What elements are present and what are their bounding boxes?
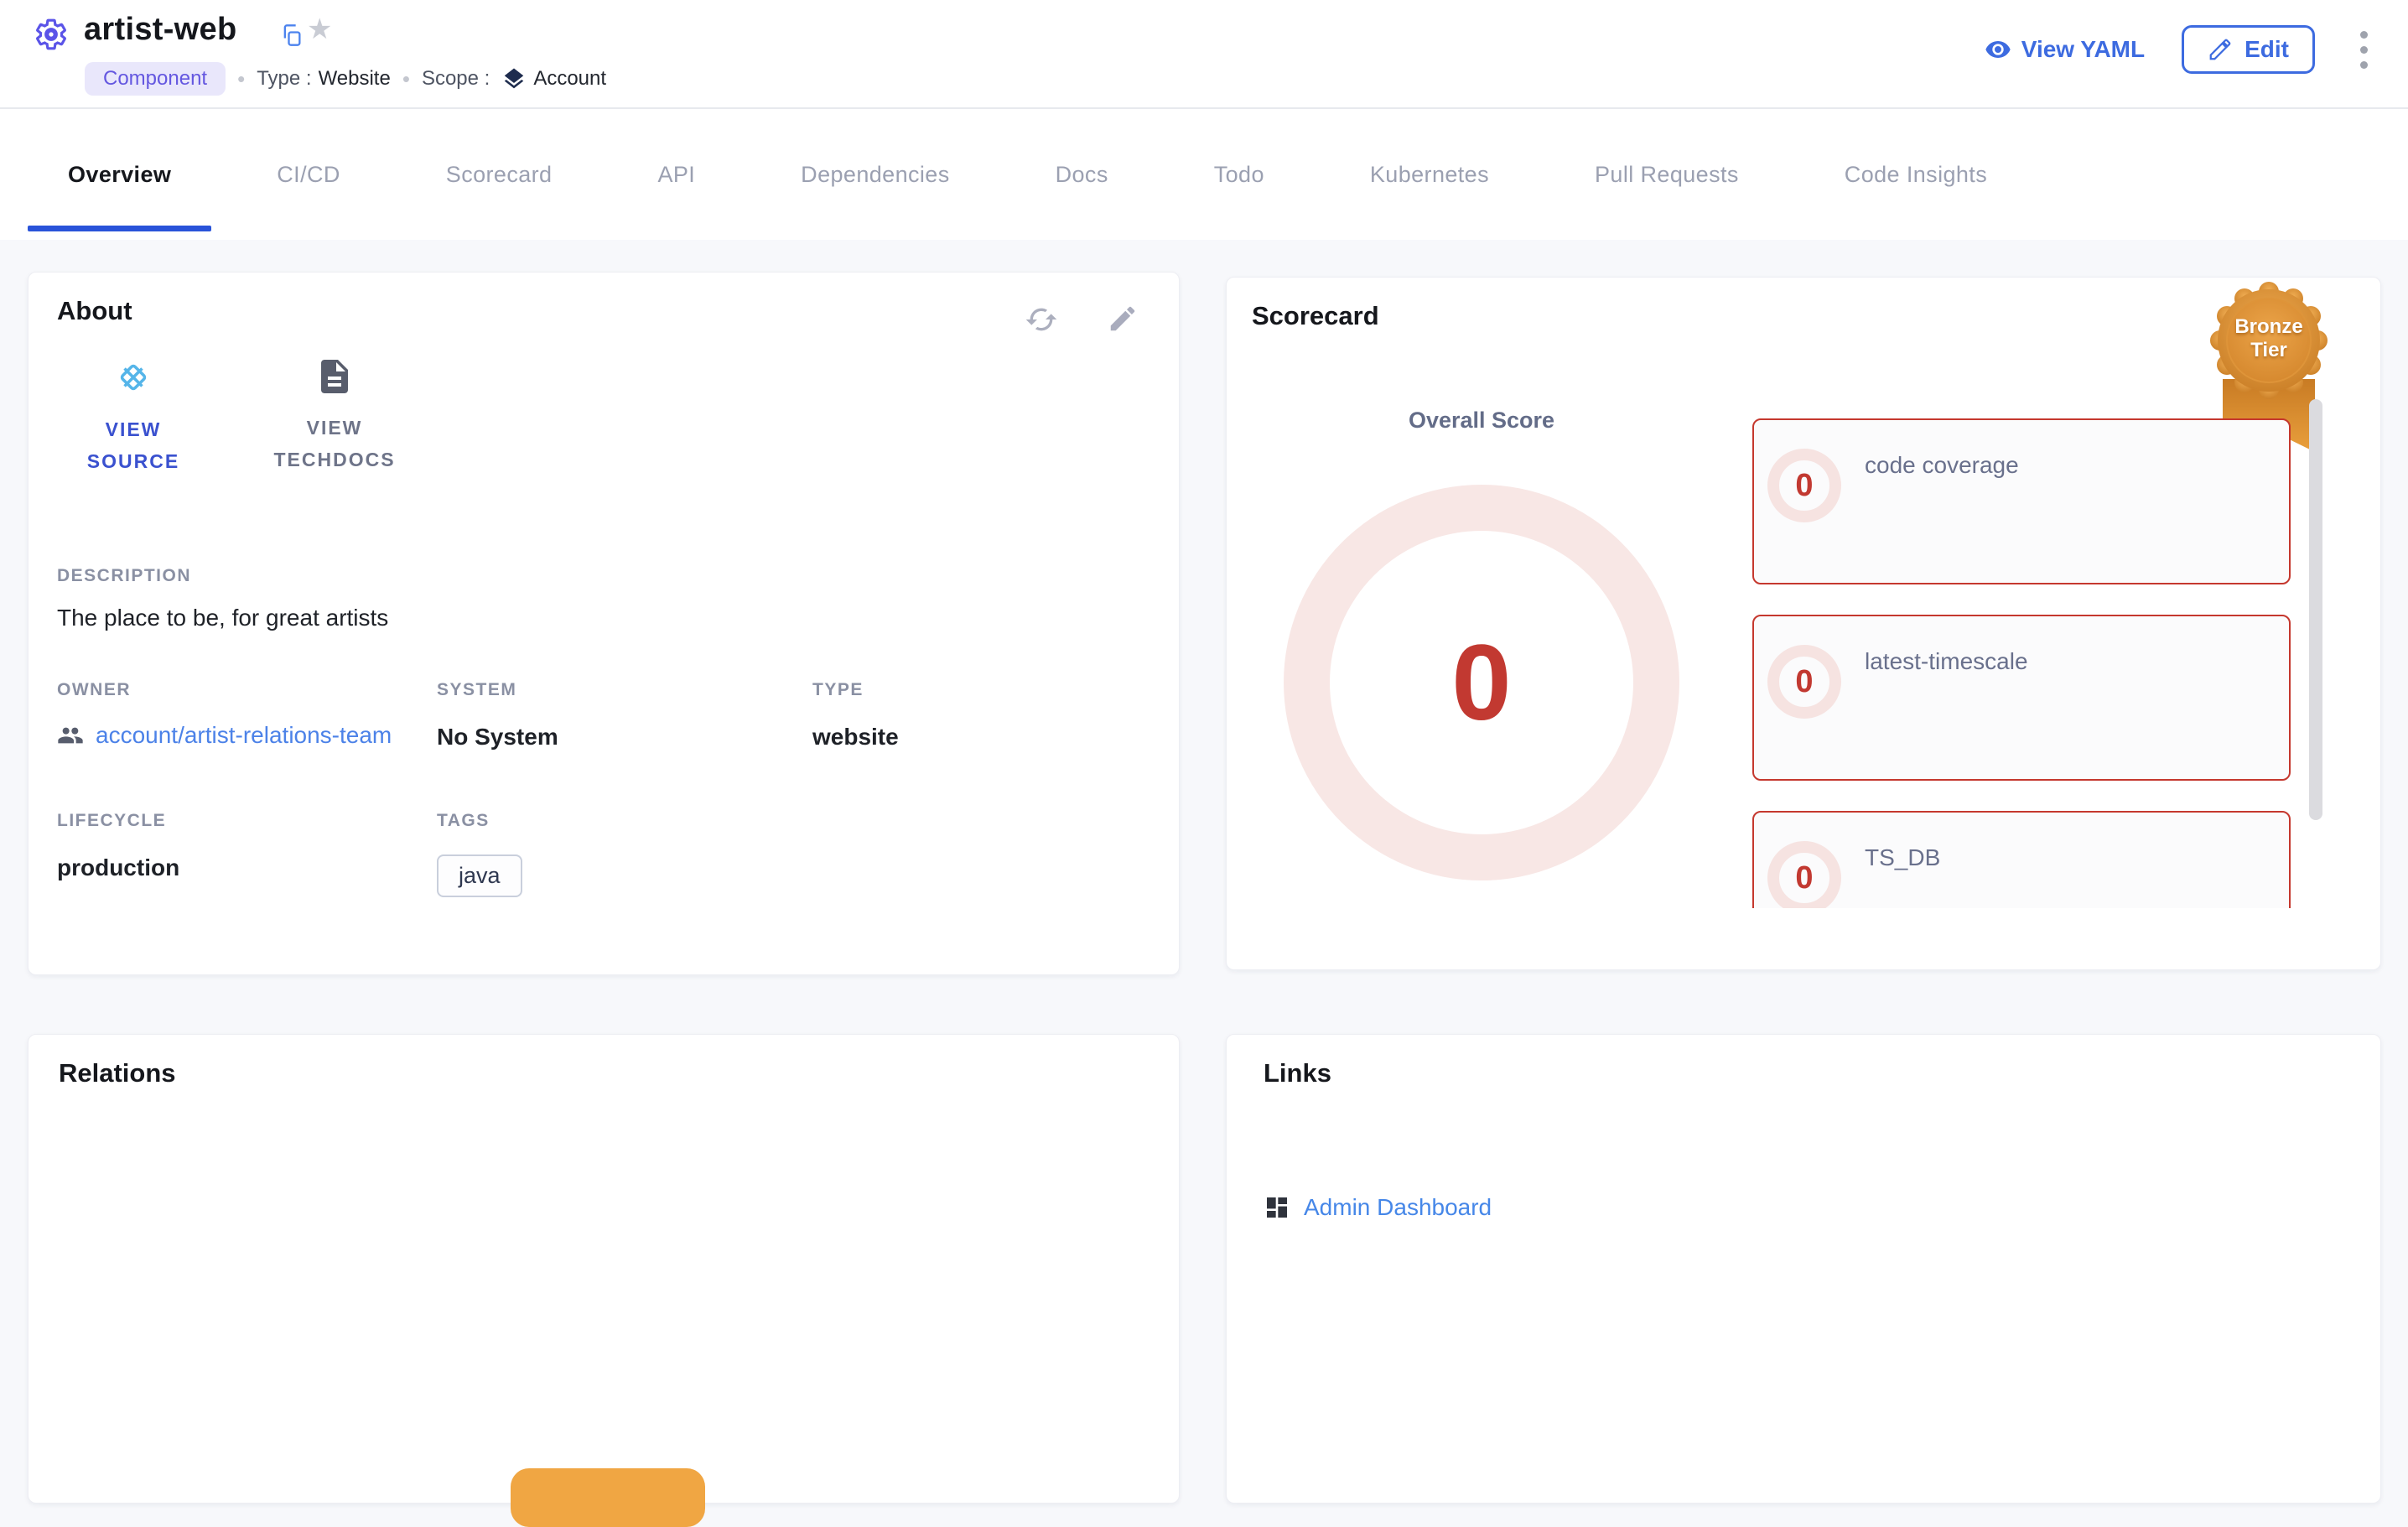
tab-dependencies[interactable]: Dependencies [760, 109, 989, 240]
eye-icon [1985, 36, 2011, 63]
edit-about-pencil-icon[interactable] [1107, 303, 1139, 340]
component-gear-icon [34, 17, 69, 56]
type-value: Website [319, 67, 391, 91]
type-field-value: website [812, 724, 899, 751]
lifecycle-label: LIFECYCLE [57, 811, 179, 831]
tags-list: java [437, 831, 522, 897]
check-score-ring: 0 [1767, 645, 1841, 719]
tab-kubernetes[interactable]: Kubernetes [1330, 109, 1529, 240]
check-name: TS_DB [1865, 844, 1940, 871]
view-source-action[interactable]: VIEW SOURCE [62, 356, 205, 477]
type-field-label: TYPE [812, 680, 899, 700]
tab-docs[interactable]: Docs [1015, 109, 1149, 240]
description-label: DESCRIPTION [57, 566, 191, 586]
external-link[interactable]: Admin Dashboard [1304, 1194, 1492, 1221]
tab-scorecard[interactable]: Scorecard [406, 109, 593, 240]
entity-meta-row: Component • Type : Website • Scope : Acc… [85, 62, 606, 96]
document-icon [314, 356, 355, 397]
tab-code-insights[interactable]: Code Insights [1804, 109, 2027, 240]
scorecard-check-row[interactable]: 0 code coverage [1752, 418, 2291, 584]
scorecard-scrollbar-thumb[interactable] [2309, 399, 2322, 820]
separator-dot: • [402, 66, 410, 92]
system-value: No System [437, 724, 558, 751]
scorecard-check-row[interactable]: 0 TS_DB [1752, 811, 2291, 908]
entity-tabbar: OverviewCI/CDScorecardAPIDependenciesDoc… [0, 109, 2408, 240]
favorite-star-icon[interactable]: ★ [307, 15, 332, 44]
tier-badge-text: Bronze Tier [2227, 315, 2311, 362]
edit-button[interactable]: Edit [2182, 25, 2315, 74]
scorecard-card: Scorecard [1226, 277, 2381, 970]
tab-overview[interactable]: Overview [28, 109, 211, 240]
layers-icon [501, 66, 527, 91]
about-title: About [57, 296, 132, 326]
header-actions: View YAML Edit [1985, 25, 2376, 74]
external-link-row: Admin Dashboard [1264, 1194, 1492, 1221]
owner-label: OWNER [57, 680, 409, 700]
links-card: Links Admin Dashboard [1226, 1034, 2381, 1504]
overall-score-label: Overall Score [1284, 408, 1679, 434]
catalog-entity-page: { "header": { "title": "artist-web", "ki… [0, 0, 2408, 1474]
copy-name-icon[interactable] [280, 23, 304, 51]
tab-ci-cd[interactable]: CI/CD [236, 109, 381, 240]
scorecard-title: Scorecard [1252, 301, 1379, 331]
scope-label: Scope : [422, 67, 490, 91]
links-title: Links [1264, 1058, 1331, 1088]
check-score-value: 0 [1795, 468, 1813, 504]
relations-title: Relations [59, 1058, 176, 1088]
type-label: Type : [257, 67, 311, 91]
check-score-ring: 0 [1767, 841, 1841, 908]
more-options-kebab-icon[interactable] [2352, 26, 2376, 74]
owner-link[interactable]: account/artist-relations-team [96, 719, 392, 751]
check-score-ring: 0 [1767, 449, 1841, 522]
check-score-value: 0 [1795, 664, 1813, 700]
refresh-icon[interactable] [1025, 303, 1058, 340]
view-techdocs-action[interactable]: VIEW TECHDOCS [263, 356, 406, 477]
people-icon [57, 722, 84, 749]
scope-value: Account [533, 67, 606, 91]
view-yaml-button[interactable]: View YAML [1985, 36, 2145, 63]
check-score-value: 0 [1795, 860, 1813, 896]
separator-dot: • [237, 66, 245, 92]
relations-card: Relations [28, 1034, 1180, 1504]
scorecard-checks-list: 0 code coverage 0 latest-timescale 0 TS_… [1752, 418, 2291, 908]
entity-title: artist-web [84, 12, 236, 48]
check-name: latest-timescale [1865, 648, 2028, 675]
kind-badge: Component [85, 62, 226, 96]
tab-pull-requests[interactable]: Pull Requests [1554, 109, 1779, 240]
scorecard-check-row[interactable]: 0 latest-timescale [1752, 615, 2291, 781]
overall-score-donut: 0 [1284, 485, 1679, 880]
about-card: About VIEW SOURCE VIEW TECHDOCS DESCRIPT… [28, 272, 1180, 975]
pencil-icon [2208, 37, 2233, 62]
tab-todo[interactable]: Todo [1174, 109, 1305, 240]
overall-score-value: 0 [1451, 621, 1511, 745]
about-actions: VIEW SOURCE VIEW TECHDOCS [62, 356, 406, 477]
description-value: The place to be, for great artists [57, 605, 388, 631]
dashboard-icon [1264, 1194, 1290, 1221]
tags-label: TAGS [437, 811, 522, 831]
check-name: code coverage [1865, 452, 2019, 479]
source-diamond-icon [112, 356, 154, 398]
system-label: SYSTEM [437, 680, 558, 700]
lifecycle-value: production [57, 854, 179, 881]
relation-graph-node[interactable] [511, 1468, 705, 1527]
tag-chip[interactable]: java [437, 854, 522, 897]
tab-api[interactable]: API [617, 109, 735, 240]
page-header: artist-web ★ Component • Type : Website … [0, 0, 2408, 109]
